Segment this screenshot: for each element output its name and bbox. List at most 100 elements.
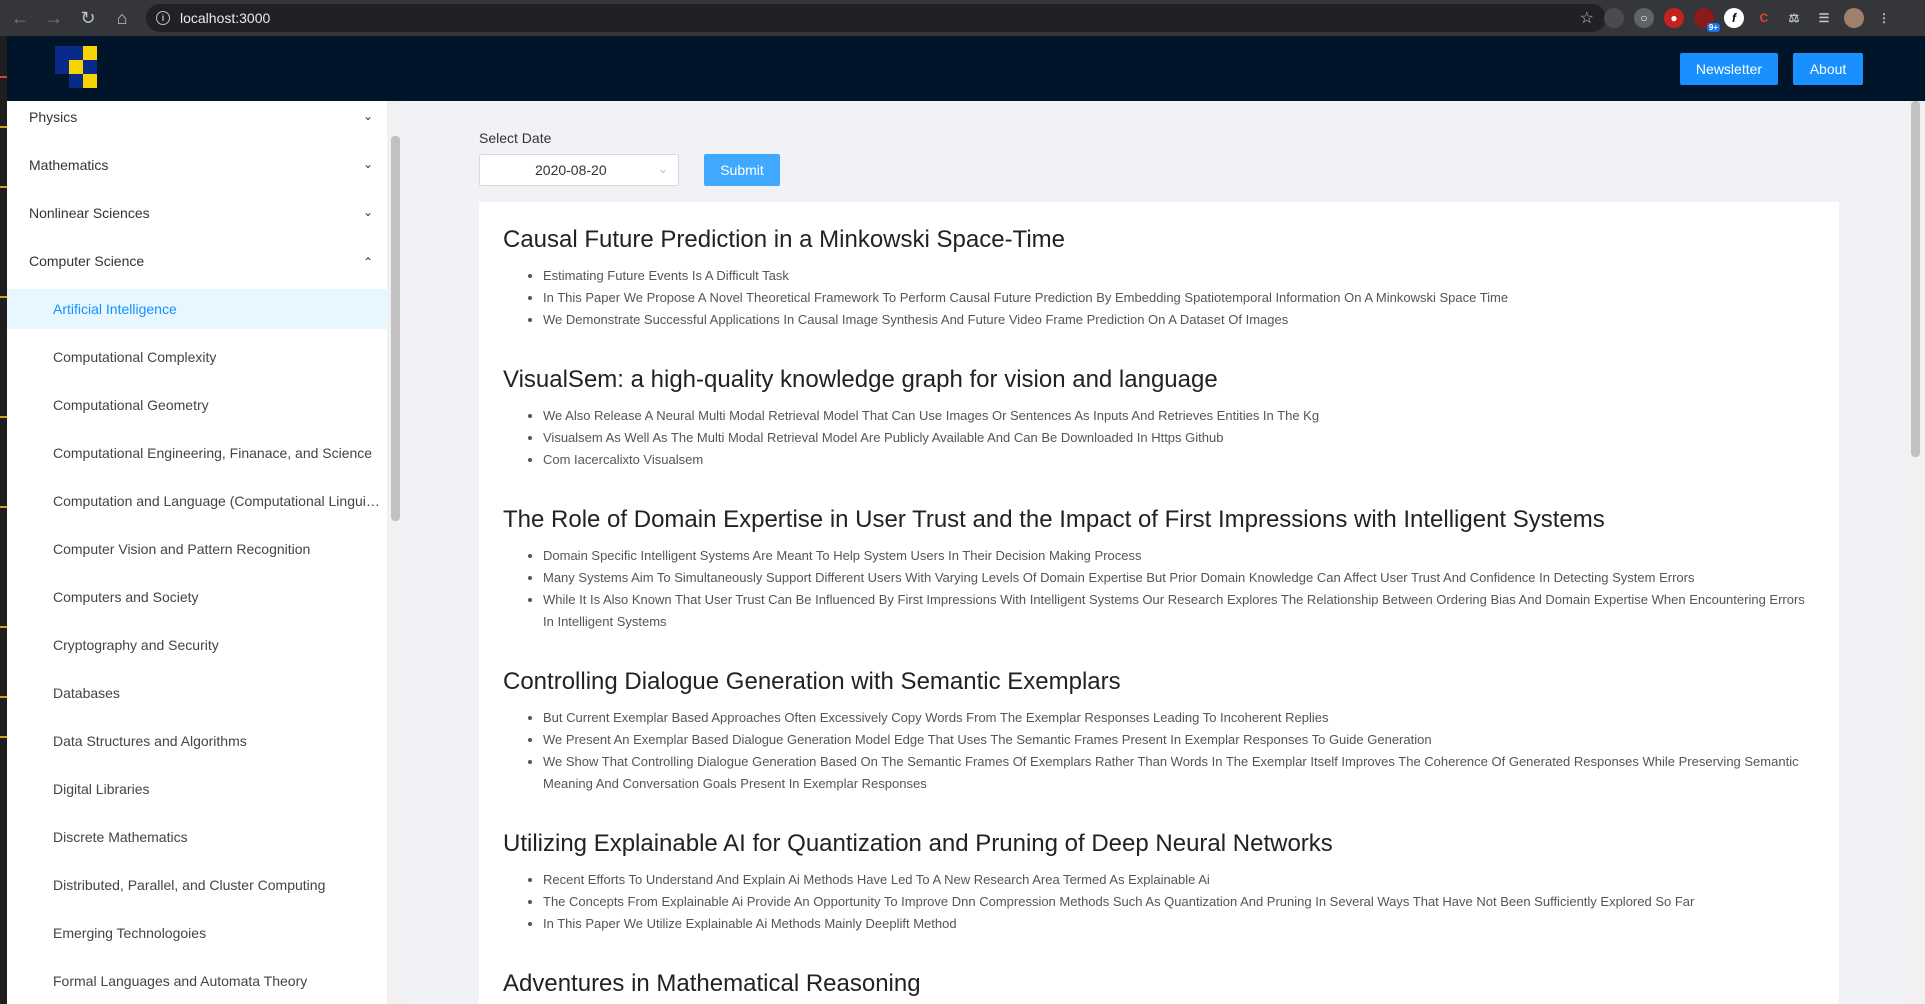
bookmark-star-icon[interactable]: ☆ — [1580, 8, 1594, 28]
summary-bullet: The Concepts From Explainable Ai Provide… — [543, 891, 1813, 913]
sidebar-subitem-computational-complexity[interactable]: Computational Complexity — [7, 337, 394, 377]
chevron-up-icon: ⌃ — [363, 255, 374, 269]
summary-bullet: Domain Specific Intelligent Systems Are … — [543, 545, 1813, 567]
main-content: Select Date 2020-08-20 ⌄ Submit Causal F… — [405, 101, 1907, 1004]
sidebar-subitem-distributed-computing[interactable]: Distributed, Parallel, and Cluster Compu… — [7, 865, 394, 905]
sidebar-item-label: Data Structures and Algorithms — [53, 733, 247, 749]
date-select[interactable]: 2020-08-20 ⌄ — [479, 154, 679, 186]
site-info-icon[interactable]: i — [156, 11, 170, 25]
sidebar-item-label: Computation and Language (Computational … — [53, 493, 383, 509]
newsletter-button[interactable]: Newsletter — [1680, 53, 1778, 85]
profile-avatar[interactable] — [1844, 8, 1864, 28]
sidebar-item-mathematics[interactable]: Mathematics ⌄ — [7, 145, 394, 185]
app-header: Newsletter About — [7, 36, 1925, 101]
paper-title[interactable]: The Role of Domain Expertise in User Tru… — [503, 505, 1813, 535]
date-label: Select Date — [479, 130, 552, 146]
puzzle-icon[interactable]: ⚖ — [1784, 8, 1804, 28]
paper-title[interactable]: Causal Future Prediction in a Minkowski … — [503, 225, 1813, 255]
sidebar-item-label: Digital Libraries — [53, 781, 150, 797]
sidebar-item-label: Computers and Society — [53, 589, 199, 605]
paper-item: Causal Future Prediction in a Minkowski … — [503, 225, 1813, 331]
sidebar-subitem-emerging-technologies[interactable]: Emerging Technologoies — [7, 913, 394, 953]
globe-icon[interactable]: ○ — [1634, 8, 1654, 28]
summary-bullet: Recent Efforts To Understand And Explain… — [543, 869, 1813, 891]
sidebar-item-label: Nonlinear Sciences — [29, 205, 150, 221]
sidebar-subitem-artificial-intelligence[interactable]: Artificial Intelligence — [7, 289, 394, 329]
sidebar-subitem-formal-languages[interactable]: Formal Languages and Automata Theory — [7, 961, 394, 1001]
summary-bullet: We Also Release A Neural Multi Modal Ret… — [543, 405, 1813, 427]
sidebar-scrollbar[interactable] — [387, 101, 405, 1004]
sidebar-item-label: Cryptography and Security — [53, 637, 219, 653]
paper-title[interactable]: Utilizing Explainable AI for Quantizatio… — [503, 829, 1813, 859]
main-scrollbar[interactable] — [1907, 101, 1925, 1004]
wifi-extension-icon[interactable]: 9+ — [1694, 8, 1720, 32]
sidebar-subitem-databases[interactable]: Databases — [7, 673, 394, 713]
chevron-down-icon: ⌄ — [657, 162, 668, 176]
paper-item: Utilizing Explainable AI for Quantizatio… — [503, 829, 1813, 935]
extensions-bar: ○ ● 9+ f C ⚖ ☰ ⋮ — [1604, 4, 1894, 32]
sidebar-subitem-discrete-mathematics[interactable]: Discrete Mathematics — [7, 817, 394, 857]
summary-bullet: In This Paper We Utilize Explainable Ai … — [543, 913, 1813, 935]
sidebar-subitem-computation-and-language[interactable]: Computation and Language (Computational … — [7, 481, 394, 521]
submit-button[interactable]: Submit — [704, 154, 780, 186]
address-bar[interactable]: i localhost:3000 ☆ — [146, 4, 1606, 32]
paper-summary: But Current Exemplar Based Approaches Of… — [503, 707, 1813, 795]
paper-title[interactable]: Adventures in Mathematical Reasoning — [503, 969, 1813, 999]
paper-title[interactable]: VisualSem: a high-quality knowledge grap… — [503, 365, 1813, 395]
shield-extension-icon[interactable]: ● — [1664, 8, 1684, 28]
sidebar-item-label: Artificial Intelligence — [53, 301, 177, 317]
sidebar-subitem-computational-geometry[interactable]: Computational Geometry — [7, 385, 394, 425]
sidebar-item-label: Computational Geometry — [53, 397, 209, 413]
sidebar-subitem-cryptography[interactable]: Cryptography and Security — [7, 625, 394, 665]
sidebar-item-label: Formal Languages and Automata Theory — [53, 973, 308, 989]
sidebar-subitem-computers-and-society[interactable]: Computers and Society — [7, 577, 394, 617]
summary-bullet: Visualsem As Well As The Multi Modal Ret… — [543, 427, 1813, 449]
browser-toolbar: ← → ↻ ⌂ i localhost:3000 ☆ ○ ● 9+ f C ⚖ … — [0, 0, 1925, 36]
paper-item: Controlling Dialogue Generation with Sem… — [503, 667, 1813, 795]
chevron-down-icon: ⌄ — [363, 109, 374, 123]
summary-bullet: We Demonstrate Successful Applications I… — [543, 309, 1813, 331]
menu-dots-icon[interactable]: ⋮ — [1874, 8, 1894, 28]
sidebar-item-label: Computational Engineering, Finanace, and… — [53, 445, 373, 461]
sidebar-menu: Physics ⌄ Mathematics ⌄ Nonlinear Scienc… — [7, 101, 395, 1004]
papers-list: Causal Future Prediction in a Minkowski … — [479, 202, 1839, 1004]
sidebar-subitem-digital-libraries[interactable]: Digital Libraries — [7, 769, 394, 809]
left-edge-strip — [0, 36, 7, 1004]
summary-bullet: We Show That Controlling Dialogue Genera… — [543, 751, 1813, 795]
sidebar-subitem-data-structures[interactable]: Data Structures and Algorithms — [7, 721, 394, 761]
home-icon[interactable]: ⌂ — [108, 4, 136, 32]
about-button[interactable]: About — [1793, 53, 1863, 85]
summary-bullet: Com Iacercalixto Visualsem — [543, 449, 1813, 471]
url-text: localhost:3000 — [180, 10, 271, 26]
sidebar-item-nonlinear-sciences[interactable]: Nonlinear Sciences ⌄ — [7, 193, 394, 233]
sidebar-item-label: Computational Complexity — [53, 349, 217, 365]
sidebar-subitem-computer-vision[interactable]: Computer Vision and Pattern Recognition — [7, 529, 394, 569]
summary-bullet: But Current Exemplar Based Approaches Of… — [543, 707, 1813, 729]
sidebar-item-label: Computer Vision and Pattern Recognition — [53, 541, 311, 557]
summary-bullet: Estimating Future Events Is A Difficult … — [543, 265, 1813, 287]
forward-icon[interactable]: → — [40, 4, 68, 32]
reload-icon[interactable]: ↻ — [74, 4, 102, 32]
c-extension-icon[interactable]: C — [1754, 8, 1774, 28]
chevron-down-icon: ⌄ — [363, 205, 374, 219]
extension-circle-icon[interactable] — [1604, 8, 1624, 28]
sidebar-item-label: Databases — [53, 685, 120, 701]
page: ← → ↻ ⌂ i localhost:3000 ☆ ○ ● 9+ f C ⚖ … — [0, 0, 1925, 1004]
reading-list-icon[interactable]: ☰ — [1814, 8, 1834, 28]
sidebar-subitem-computational-engineering[interactable]: Computational Engineering, Finanace, and… — [7, 433, 394, 473]
sidebar-item-label: Mathematics — [29, 157, 109, 173]
back-icon[interactable]: ← — [6, 4, 34, 32]
paper-item: Adventures in Mathematical Reasoning — [503, 969, 1813, 999]
paper-item: The Role of Domain Expertise in User Tru… — [503, 505, 1813, 633]
paper-summary: We Also Release A Neural Multi Modal Ret… — [503, 405, 1813, 471]
f-extension-icon[interactable]: f — [1724, 8, 1744, 28]
sidebar-item-computer-science[interactable]: Computer Science ⌃ — [7, 241, 394, 281]
paper-title[interactable]: Controlling Dialogue Generation with Sem… — [503, 667, 1813, 697]
sidebar-item-physics[interactable]: Physics ⌄ — [7, 101, 394, 137]
main-scrollbar-thumb[interactable] — [1911, 101, 1920, 457]
summary-bullet: We Present An Exemplar Based Dialogue Ge… — [543, 729, 1813, 751]
logo[interactable] — [55, 46, 111, 96]
sidebar-item-label: Computer Science — [29, 253, 145, 269]
date-value: 2020-08-20 — [535, 162, 607, 178]
sidebar-scrollbar-thumb[interactable] — [391, 136, 400, 521]
